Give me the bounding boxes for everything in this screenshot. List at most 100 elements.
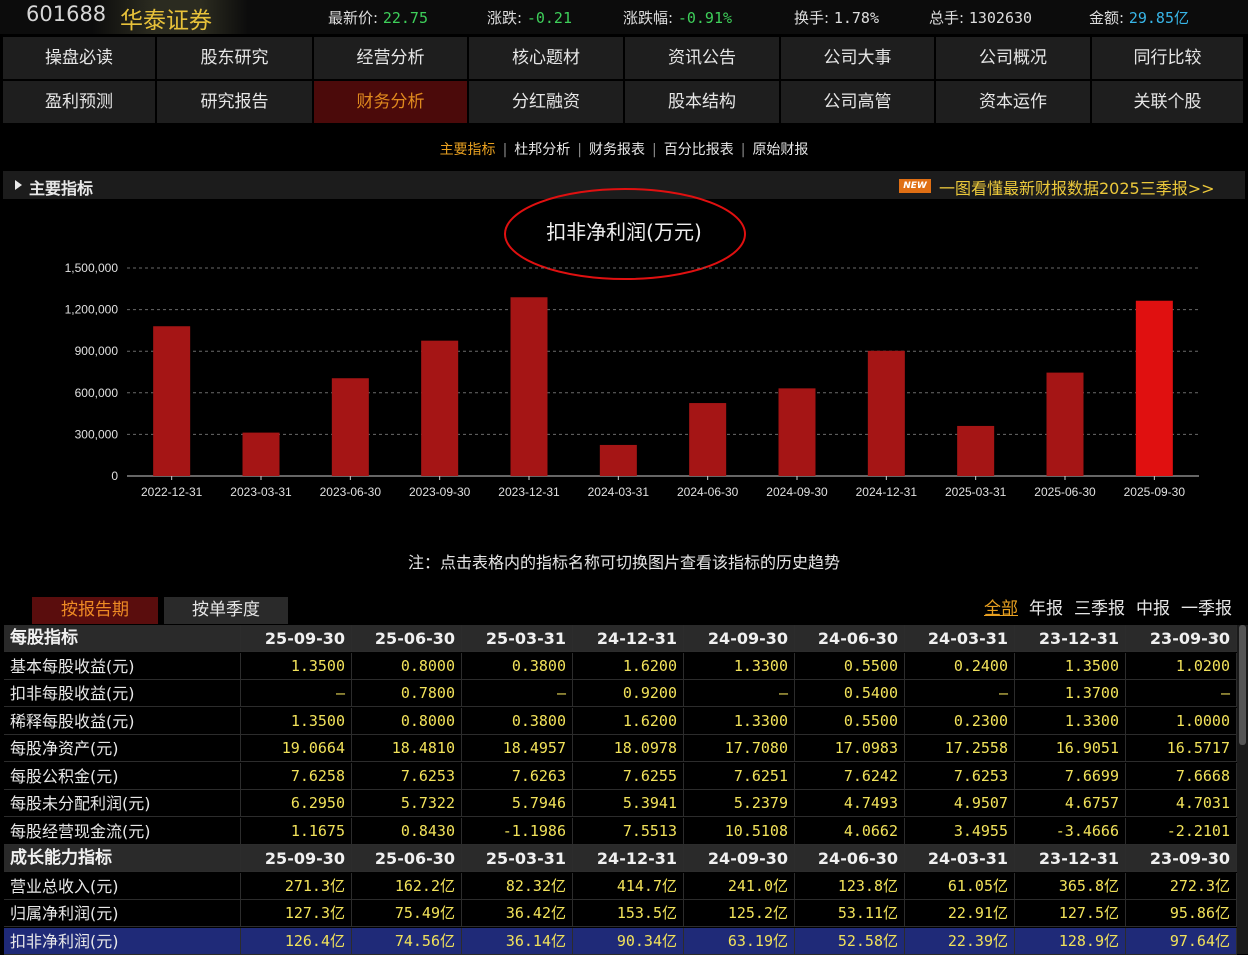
table-cell: 90.34亿 bbox=[573, 927, 684, 955]
price-change-label: 涨跌: bbox=[487, 9, 523, 27]
sub-nav-item-5[interactable]: 原始财报 bbox=[752, 139, 808, 159]
table-cell: 1.6200 bbox=[573, 652, 684, 680]
sub-nav-separator: | bbox=[652, 142, 657, 158]
y-tick-label: 600,000 bbox=[75, 386, 119, 400]
table-cell: 7.6251 bbox=[684, 762, 795, 790]
filter-3[interactable]: 三季报 bbox=[1074, 599, 1125, 619]
nav-item-row2-5[interactable]: 股本结构 bbox=[625, 81, 781, 123]
amount-label: 金额: bbox=[1089, 9, 1125, 27]
table-row[interactable]: 扣非净利润(元) 126.4亿 74.56亿 36.14亿 90.34亿 63.19亿 52… bbox=[4, 927, 1237, 955]
period-header[interactable]: 24-12-31 bbox=[573, 625, 684, 652]
table-cell: — bbox=[905, 680, 1015, 707]
table-row[interactable]: 扣非每股收益(元) —0.7800—0.9200—0.5400—1.3700— bbox=[4, 680, 1237, 707]
nav-item-row2-7[interactable]: 资本运作 bbox=[936, 81, 1092, 123]
indicator-name[interactable]: 扣非净利润(元) bbox=[4, 927, 241, 955]
table-cell: 7.6699 bbox=[1015, 762, 1126, 790]
nav-item-row2-8[interactable]: 关联个股 bbox=[1092, 81, 1245, 123]
period-header[interactable]: 23-12-31 bbox=[1015, 625, 1126, 652]
nav-item-row1-3[interactable]: 经营分析 bbox=[314, 37, 469, 79]
table-row[interactable]: 归属净利润(元) 127.3亿 75.49亿 36.42亿 153.5亿 125.2亿 53… bbox=[4, 900, 1237, 927]
group-title: 每股指标 bbox=[4, 625, 241, 652]
period-header[interactable]: 24-09-30 bbox=[684, 845, 795, 872]
nav-item-row2-1[interactable]: 盈利预测 bbox=[3, 81, 157, 123]
table-cell: 5.7322 bbox=[352, 790, 462, 817]
table-row[interactable]: 每股净资产(元) 19.0664 18.4810 18.4957 18.0978 17.7… bbox=[4, 735, 1237, 762]
y-tick-label: 0 bbox=[111, 469, 118, 483]
table-row[interactable]: 稀释每股收益(元) 1.3500 0.8000 0.3800 1.6200 1.3300 0… bbox=[4, 707, 1237, 735]
period-header[interactable]: 25-03-31 bbox=[462, 845, 573, 872]
indicator-name[interactable]: 稀释每股收益(元) bbox=[4, 707, 241, 735]
indicator-name[interactable]: 每股经营现金流(元) bbox=[4, 817, 241, 845]
table-cell: 36.42亿 bbox=[462, 900, 573, 927]
period-header[interactable]: 24-12-31 bbox=[573, 845, 684, 872]
indicator-name[interactable]: 营业总收入(元) bbox=[4, 872, 241, 900]
indicator-name[interactable]: 每股公积金(元) bbox=[4, 762, 241, 790]
period-header[interactable]: 24-09-30 bbox=[684, 625, 795, 652]
period-header[interactable]: 25-03-31 bbox=[462, 625, 573, 652]
table-cell: 75.49亿 bbox=[352, 900, 462, 927]
nav-item-row1-2[interactable]: 股东研究 bbox=[157, 37, 314, 79]
latest-price-label: 最新价: bbox=[328, 9, 379, 27]
period-header[interactable]: 23-09-30 bbox=[1126, 845, 1237, 872]
table-row[interactable]: 每股未分配利润(元) 6.2950 5.7322 5.7946 5.3941 5.2379… bbox=[4, 790, 1237, 817]
turnover-rate: 换手: 1.78% bbox=[794, 7, 879, 28]
period-header[interactable]: 24-03-31 bbox=[905, 625, 1015, 652]
table-cell: 4.0662 bbox=[795, 817, 905, 845]
x-tick-label: 2023-09-30 bbox=[409, 485, 471, 499]
nav-item-row2-4[interactable]: 分红融资 bbox=[469, 81, 625, 123]
table-cell: 17.0983 bbox=[795, 735, 905, 762]
promo-link[interactable]: 一图看懂最新财报数据2025三季报>> bbox=[939, 175, 1215, 199]
double-chevron-right-icon[interactable]: » bbox=[1211, 628, 1233, 648]
period-header[interactable]: 25-09-30 bbox=[241, 845, 352, 872]
nav-item-row1-5[interactable]: 资讯公告 bbox=[625, 37, 781, 79]
bar-2024-03-31 bbox=[599, 444, 637, 476]
nav-item-row2-6[interactable]: 公司高管 bbox=[781, 81, 936, 123]
table-row[interactable]: 基本每股收益(元) 1.3500 0.8000 0.3800 1.6200 1.3300 0… bbox=[4, 652, 1237, 680]
table-cell: 162.2亿 bbox=[352, 872, 462, 900]
indicator-name[interactable]: 归属净利润(元) bbox=[4, 900, 241, 927]
filter-2[interactable]: 年报 bbox=[1029, 599, 1063, 619]
filter-5[interactable]: 一季报 bbox=[1181, 599, 1232, 619]
tab-by-period[interactable]: 按报告期 bbox=[32, 597, 158, 624]
filter-4[interactable]: 中报 bbox=[1136, 599, 1170, 619]
table-cell: 7.6242 bbox=[795, 762, 905, 790]
sub-nav-item-2[interactable]: 杜邦分析 bbox=[514, 139, 570, 159]
table-cell: 1.3300 bbox=[684, 652, 795, 680]
period-header[interactable]: 25-06-30 bbox=[352, 845, 462, 872]
indicator-name[interactable]: 每股净资产(元) bbox=[4, 735, 241, 762]
tab-by-quarter[interactable]: 按单季度 bbox=[164, 597, 288, 624]
nav-item-row2-3[interactable]: 财务分析 bbox=[314, 81, 469, 123]
period-header[interactable]: 25-09-30 bbox=[241, 625, 352, 652]
sub-nav-item-1[interactable]: 主要指标 bbox=[440, 139, 496, 159]
period-header[interactable]: 23-12-31 bbox=[1015, 845, 1126, 872]
indicator-name[interactable]: 基本每股收益(元) bbox=[4, 652, 241, 680]
table-cell: — bbox=[1126, 680, 1237, 707]
table-row[interactable]: 每股经营现金流(元) 1.1675 0.8430 -1.1986 7.5513 10.51… bbox=[4, 817, 1237, 845]
bar-2023-12-31 bbox=[510, 297, 548, 476]
indicator-name[interactable]: 扣非每股收益(元) bbox=[4, 680, 241, 707]
y-tick-label: 300,000 bbox=[75, 427, 119, 441]
scrollbar-thumb[interactable] bbox=[1239, 625, 1246, 745]
sub-nav-item-4[interactable]: 百分比报表 bbox=[664, 139, 734, 159]
nav-item-row1-7[interactable]: 公司概况 bbox=[936, 37, 1092, 79]
nav-item-row2-2[interactable]: 研究报告 bbox=[157, 81, 314, 123]
period-header[interactable]: 24-03-31 bbox=[905, 845, 1015, 872]
change-percent: 涨跌幅: -0.91% bbox=[623, 7, 732, 28]
filter-1[interactable]: 全部 bbox=[984, 599, 1018, 619]
nav-item-row1-4[interactable]: 核心题材 bbox=[469, 37, 625, 79]
period-header[interactable]: 24-06-30 bbox=[795, 845, 905, 872]
x-tick-label: 2022-12-31 bbox=[141, 485, 203, 499]
sub-nav-item-3[interactable]: 财务报表 bbox=[589, 139, 645, 159]
table-row[interactable]: 每股公积金(元) 7.6258 7.6253 7.6263 7.6255 7.6251 7.… bbox=[4, 762, 1237, 790]
vertical-scrollbar[interactable] bbox=[1237, 625, 1248, 954]
table-row[interactable]: 营业总收入(元) 271.3亿 162.2亿 82.32亿 414.7亿 241.0亿 12… bbox=[4, 872, 1237, 900]
table-cell: 126.4亿 bbox=[241, 927, 352, 955]
nav-item-row1-1[interactable]: 操盘必读 bbox=[3, 37, 157, 79]
period-header[interactable]: 24-06-30 bbox=[795, 625, 905, 652]
indicator-name[interactable]: 每股未分配利润(元) bbox=[4, 790, 241, 817]
nav-item-row1-8[interactable]: 同行比较 bbox=[1092, 37, 1245, 79]
nav-item-row1-6[interactable]: 公司大事 bbox=[781, 37, 936, 79]
period-header[interactable]: 25-06-30 bbox=[352, 625, 462, 652]
table-cell: 1.3500 bbox=[241, 707, 352, 735]
table-cell: 125.2亿 bbox=[684, 900, 795, 927]
